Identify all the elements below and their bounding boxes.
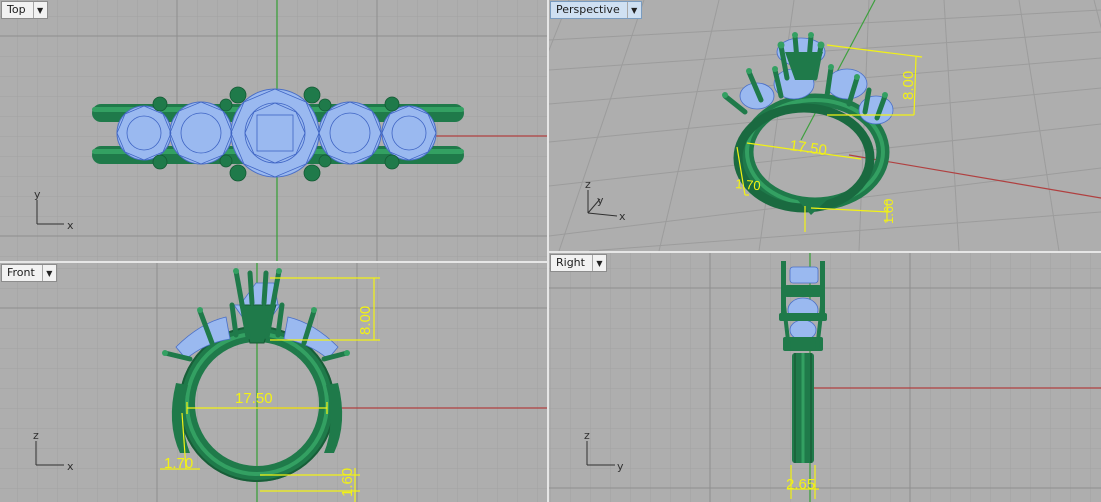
viewport-tab-right[interactable]: Right ▼ — [550, 254, 607, 272]
dim-band-perspective: 1.70 — [735, 176, 762, 193]
svg-text:y: y — [617, 460, 624, 473]
svg-text:x: x — [619, 210, 626, 223]
dim-thickness-right: 2.65 — [786, 476, 815, 493]
viewport-title-perspective: Perspective — [556, 3, 620, 16]
viewport-perspective[interactable]: Perspective ▼ 17.50 8.00 1.70 1.60 x z y — [549, 0, 1101, 251]
viewport-right[interactable]: Right ▼ 2.65 y z — [549, 253, 1101, 502]
dim-height-perspective: 8.00 — [900, 71, 917, 100]
svg-text:x: x — [67, 460, 74, 473]
dim-height-front: 8.00 — [357, 306, 374, 335]
viewport-menu-chevron-down-icon[interactable]: ▼ — [41, 265, 56, 281]
viewport-menu-chevron-down-icon[interactable]: ▼ — [32, 2, 47, 18]
dim-width-front: 17.50 — [235, 390, 273, 407]
viewport-tab-perspective[interactable]: Perspective ▼ — [550, 1, 642, 19]
perspective-view-canvas[interactable]: 17.50 8.00 1.70 1.60 x z y — [549, 0, 1101, 251]
dim-shank-front: 1.60 — [339, 468, 356, 497]
svg-text:y: y — [597, 194, 604, 207]
viewport-front[interactable]: Front ▼ 17.50 8.00 1.70 1.60 x z — [0, 263, 547, 502]
svg-text:z: z — [585, 178, 591, 191]
dim-band-front: 1.70 — [164, 455, 193, 472]
front-view-canvas[interactable]: 17.50 8.00 1.70 1.60 x z — [0, 263, 547, 502]
viewport-top[interactable]: Top ▼ x y — [0, 0, 547, 261]
viewport-title-right: Right — [556, 256, 585, 269]
right-view-canvas[interactable]: 2.65 y z — [549, 253, 1101, 502]
top-view-canvas[interactable]: x y — [0, 0, 547, 261]
viewport-menu-chevron-down-icon[interactable]: ▼ — [626, 2, 641, 18]
svg-text:x: x — [67, 219, 74, 232]
viewport-menu-chevron-down-icon[interactable]: ▼ — [591, 255, 606, 271]
dim-shank-perspective: 1.60 — [881, 199, 896, 224]
viewport-tab-top[interactable]: Top ▼ — [1, 1, 48, 19]
viewport-title-front: Front — [7, 266, 35, 279]
svg-text:z: z — [584, 429, 590, 442]
svg-text:y: y — [34, 188, 41, 201]
svg-text:z: z — [33, 429, 39, 442]
viewport-tab-front[interactable]: Front ▼ — [1, 264, 57, 282]
viewport-title-top: Top — [7, 3, 26, 16]
